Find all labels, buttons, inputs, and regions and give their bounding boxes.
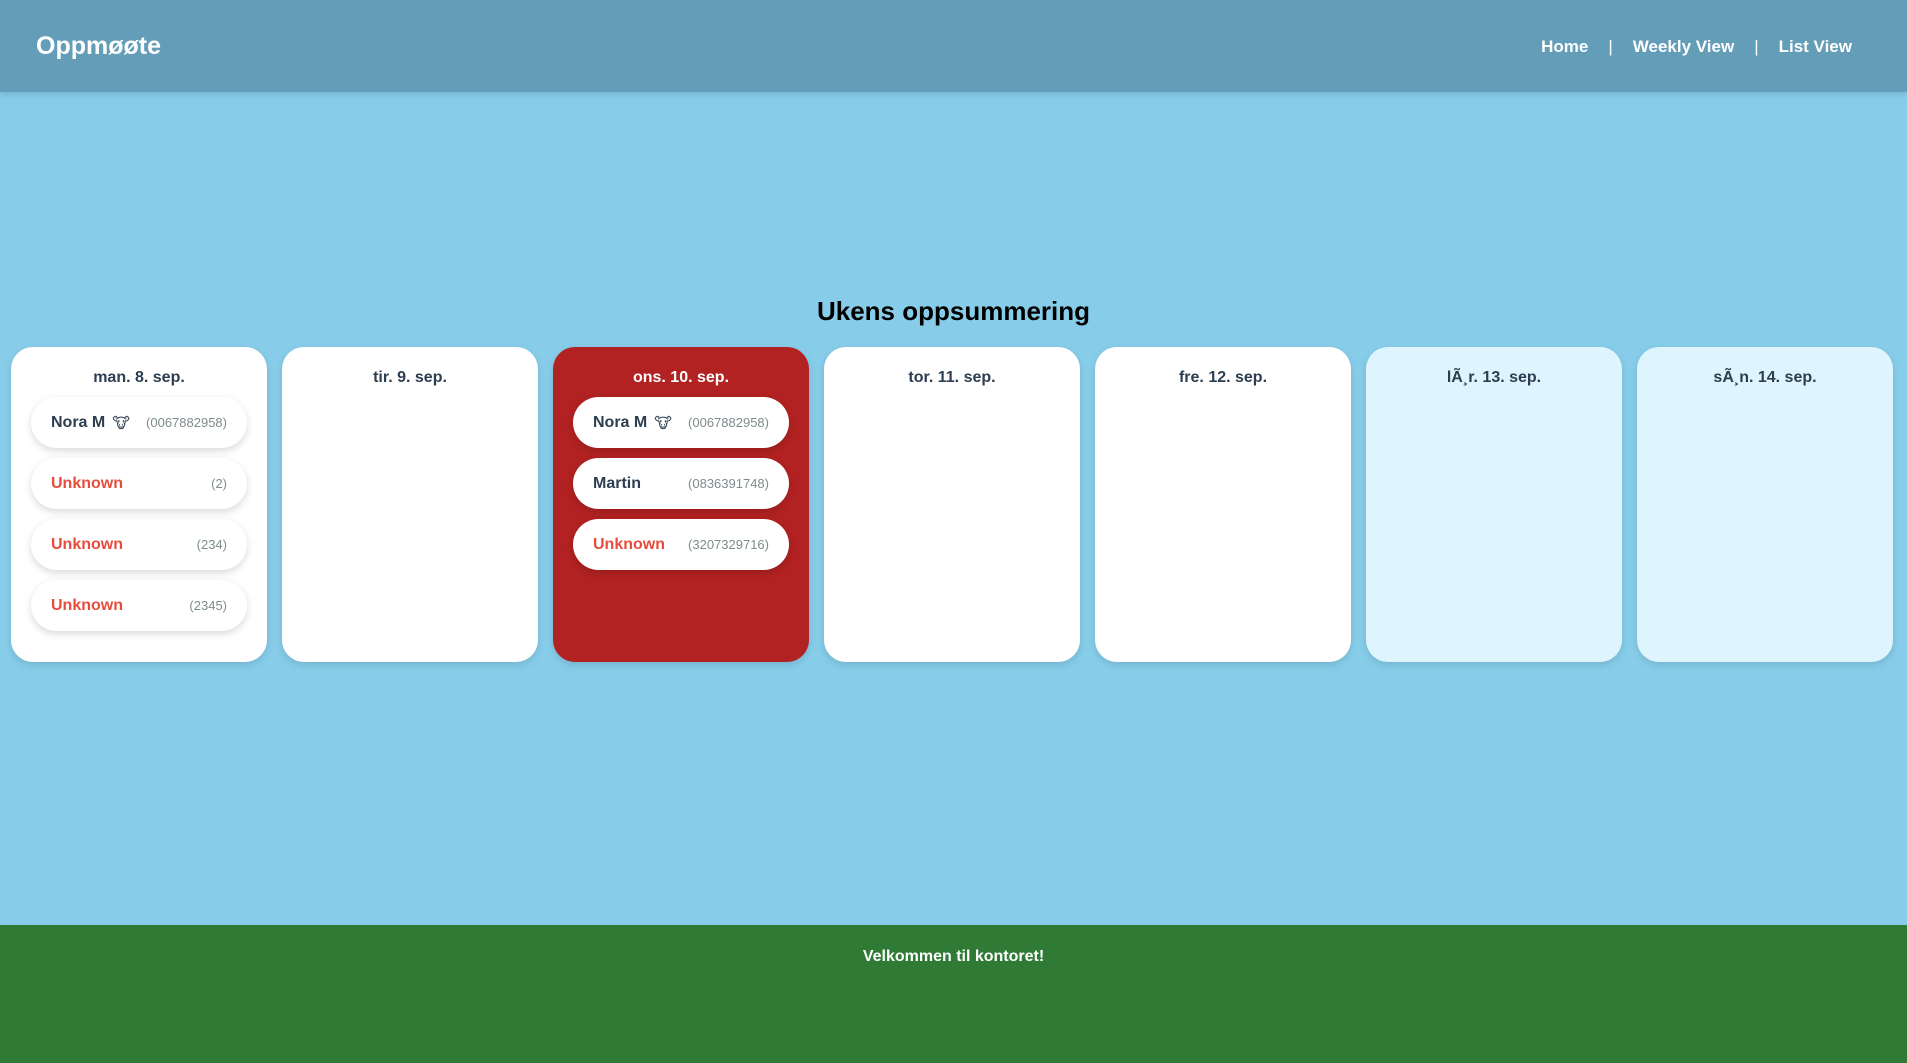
attendance-entry[interactable]: Nora M 🐮 (0067882958) xyxy=(31,397,247,448)
day-label: sÃ¸n. 14. sep. xyxy=(1713,369,1817,386)
entry-card-id: (3207329716) xyxy=(688,537,769,552)
day-card-monday: man. 8. sep. Nora M 🐮 (0067882958) Unknow… xyxy=(11,347,267,662)
entry-card-id: (0067882958) xyxy=(688,415,769,430)
entry-card-id: (2) xyxy=(211,476,227,491)
day-card-wednesday-today: ons. 10. sep. Nora M 🐮 (0067882958) Marti… xyxy=(553,347,809,662)
entry-card-id: (0836391748) xyxy=(688,476,769,491)
weekly-summary: man. 8. sep. Nora M 🐮 (0067882958) Unknow… xyxy=(11,347,1893,662)
day-label: tor. 11. sep. xyxy=(908,369,996,386)
entry-name: Unknown xyxy=(51,474,123,492)
day-card-friday: fre. 12. sep. xyxy=(1095,347,1351,662)
attendance-entry[interactable]: Martin (0836391748) xyxy=(573,458,789,509)
entry-card-id: (234) xyxy=(196,537,227,552)
attendance-entry[interactable]: Unknown (234) xyxy=(31,519,247,570)
entry-name: Nora M 🐮 xyxy=(593,413,672,432)
attendance-entry[interactable]: Unknown (2345) xyxy=(31,580,247,631)
day-label: lÃ¸r. 13. sep. xyxy=(1446,369,1542,386)
footer-welcome-text: Velkommen til kontoret! xyxy=(862,948,1045,965)
day-card-sunday: sÃ¸n. 14. sep. xyxy=(1637,347,1893,662)
day-card-tuesday: tir. 9. sep. xyxy=(282,347,538,662)
top-navbar: Oppmøøte Home | Weekly View | List View xyxy=(0,0,1907,92)
entry-name: Nora M 🐮 xyxy=(51,413,130,432)
app-brand[interactable]: Oppmøøte xyxy=(36,32,161,61)
day-label: ons. 10. sep. xyxy=(632,369,730,386)
entry-name: Unknown xyxy=(51,596,123,614)
entry-name: Martin xyxy=(593,474,641,492)
cow-icon: 🐮 xyxy=(112,414,130,432)
day-card-thursday: tor. 11. sep. xyxy=(824,347,1080,662)
nav-links: Home | Weekly View | List View xyxy=(1541,37,1852,57)
day-label: fre. 12. sep. xyxy=(1178,369,1268,386)
page-title: Ukens oppsummering xyxy=(816,296,1091,326)
footer: Velkommen til kontoret! xyxy=(0,925,1907,1063)
entry-card-id: (2345) xyxy=(189,598,227,613)
attendance-entry[interactable]: Unknown (2) xyxy=(31,458,247,509)
nav-weekly-view-link[interactable]: Weekly View xyxy=(1633,37,1734,57)
day-card-saturday: lÃ¸r. 13. sep. xyxy=(1366,347,1622,662)
nav-separator: | xyxy=(1754,37,1759,56)
nav-separator: | xyxy=(1608,37,1613,56)
cow-icon: 🐮 xyxy=(654,414,672,432)
attendance-entry[interactable]: Nora M 🐮 (0067882958) xyxy=(573,397,789,448)
nav-home-link[interactable]: Home xyxy=(1541,37,1588,57)
entry-name: Unknown xyxy=(593,535,665,553)
attendance-entry[interactable]: Unknown (3207329716) xyxy=(573,519,789,570)
day-label: man. 8. sep. xyxy=(93,369,185,386)
day-label: tir. 9. sep. xyxy=(373,369,447,386)
entry-name: Unknown xyxy=(51,535,123,553)
entry-card-id: (0067882958) xyxy=(146,415,227,430)
nav-list-view-link[interactable]: List View xyxy=(1779,37,1852,57)
